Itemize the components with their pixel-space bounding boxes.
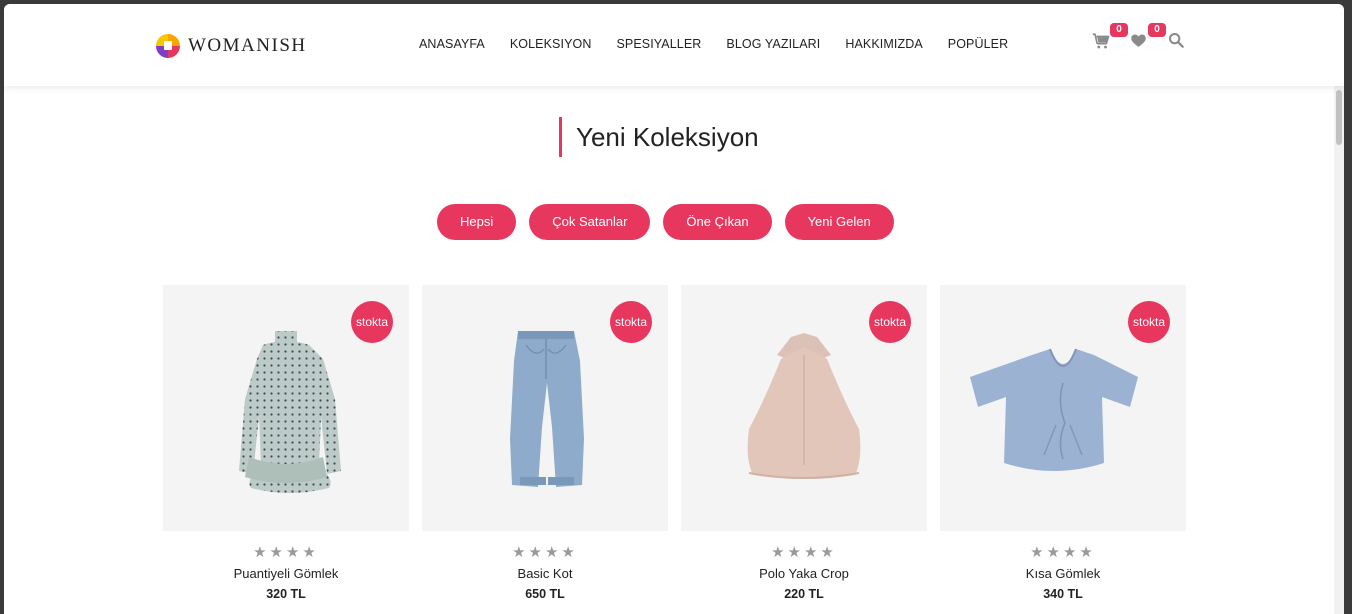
stock-badge: stokta	[1128, 301, 1170, 343]
nav-item-spesiyaller[interactable]: SPESIYALLER	[616, 37, 701, 51]
product-card[interactable]: stokta ★★★★ Polo Yaka Crop 220 TL	[681, 285, 927, 601]
wishlist-count-badge: 0	[1148, 23, 1166, 37]
filter-buttons: Hepsi Çok Satanlar Öne Çıkan Yeni Gelen	[437, 204, 907, 240]
filter-all-button[interactable]: Hepsi	[437, 204, 517, 240]
search-button[interactable]	[1168, 32, 1190, 54]
search-icon	[1169, 33, 1184, 48]
brand-logo[interactable]: WOMANISH	[156, 34, 307, 58]
heart-icon	[1131, 34, 1146, 47]
filter-featured-button[interactable]: Öne Çıkan	[663, 204, 772, 240]
filter-new-button[interactable]: Yeni Gelen	[784, 204, 894, 240]
rating-stars: ★★★★	[1030, 544, 1096, 561]
product-price: 650 TL	[525, 587, 565, 601]
product-image-box[interactable]: stokta	[163, 285, 409, 531]
product-image-box[interactable]: stokta	[940, 285, 1186, 531]
product-card[interactable]: stokta ★★★★ Basic Kot 650 TL	[422, 285, 668, 601]
product-grid: stokta ★★★★ Puantiyeli Gömlek 320 TL sto…	[163, 285, 1199, 601]
product-name[interactable]: Puantiyeli Gömlek	[163, 566, 409, 581]
product-image-box[interactable]: stokta	[422, 285, 668, 531]
nav-item-populer[interactable]: POPÜLER	[948, 37, 1008, 51]
page-scrollbar[interactable]	[1334, 86, 1344, 614]
cart-count-badge: 0	[1110, 23, 1128, 37]
brand-name: WOMANISH	[188, 35, 307, 56]
product-image-box[interactable]: stokta	[681, 285, 927, 531]
womanish-logo-icon	[156, 34, 180, 58]
header-actions: 0 0	[1092, 23, 1206, 54]
stock-badge: stokta	[869, 301, 911, 343]
rating-stars: ★★★★	[771, 544, 837, 561]
product-name[interactable]: Polo Yaka Crop	[681, 566, 927, 581]
product-price: 220 TL	[784, 587, 824, 601]
scrollbar-thumb[interactable]	[1336, 90, 1342, 145]
stock-badge: stokta	[351, 301, 393, 343]
site-header: WOMANISH ANASAYFA KOLEKSIYON SPESIYALLER…	[4, 4, 1344, 86]
nav-item-blog[interactable]: BLOG YAZILARI	[726, 37, 820, 51]
product-name[interactable]: Basic Kot	[422, 566, 668, 581]
nav-item-hakkimizda[interactable]: HAKKIMIZDA	[845, 37, 922, 51]
product-card[interactable]: stokta ★★★★ Kısa Gömlek 340 TL	[940, 285, 1186, 601]
wishlist-button[interactable]: 0	[1130, 23, 1166, 54]
main-nav: ANASAYFA KOLEKSIYON SPESIYALLER BLOG YAZ…	[419, 37, 1033, 51]
stock-badge: stokta	[610, 301, 652, 343]
product-name[interactable]: Kısa Gömlek	[940, 566, 1186, 581]
cart-icon	[1092, 33, 1110, 49]
browser-viewport: WOMANISH ANASAYFA KOLEKSIYON SPESIYALLER…	[4, 4, 1344, 614]
cart-button[interactable]: 0	[1092, 23, 1128, 54]
rating-stars: ★★★★	[253, 544, 319, 561]
filter-bestsellers-button[interactable]: Çok Satanlar	[529, 204, 651, 240]
product-price: 340 TL	[1043, 587, 1083, 601]
section-title: Yeni Koleksiyon	[559, 117, 759, 157]
nav-item-anasayfa[interactable]: ANASAYFA	[419, 37, 485, 51]
rating-stars: ★★★★	[512, 544, 578, 561]
nav-item-koleksiyon[interactable]: KOLEKSIYON	[510, 37, 592, 51]
product-price: 320 TL	[266, 587, 306, 601]
product-card[interactable]: stokta ★★★★ Puantiyeli Gömlek 320 TL	[163, 285, 409, 601]
